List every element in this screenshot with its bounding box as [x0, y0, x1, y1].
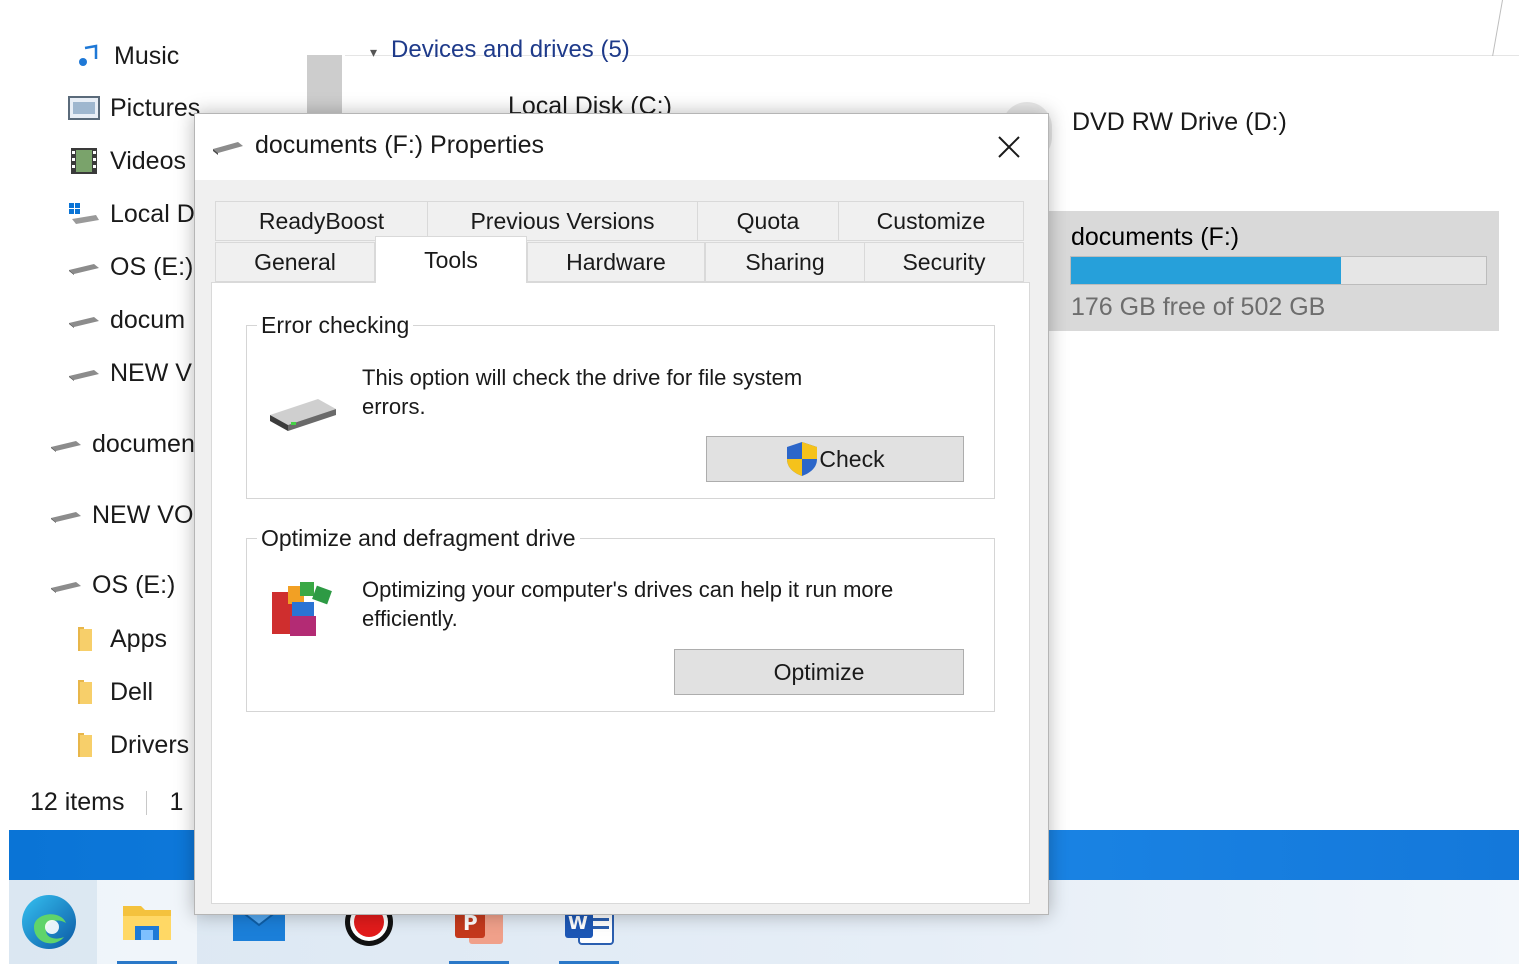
group-title: Error checking [261, 312, 410, 338]
nav-item-label: docum [110, 305, 186, 334]
svg-text:W: W [568, 913, 588, 934]
drive-dvd-d[interactable]: DVD RW Drive (D:) [1072, 108, 1287, 137]
nav-item-label: Music [114, 41, 180, 70]
pictures-icon [68, 94, 100, 122]
drive-capacity-bar [1070, 256, 1487, 285]
optimize-description: Optimizing your computer's drives can he… [362, 575, 893, 633]
button-label: Check [819, 445, 885, 472]
nav-item-label: Apps [110, 624, 167, 653]
music-icon [72, 42, 104, 70]
nav-item-label: NEW V [110, 358, 192, 387]
drive-icon [50, 430, 82, 458]
nav-item-label: Drivers [110, 730, 190, 759]
nav-item-label: NEW VO [92, 500, 194, 529]
group-title: Optimize and defragment drive [261, 525, 576, 551]
tab-sharing[interactable]: Sharing [705, 242, 865, 282]
drive-icon [50, 501, 82, 529]
status-separator [146, 791, 148, 816]
tab-quota[interactable]: Quota [697, 201, 839, 241]
drive-properties-dialog: documents (F:) Properties ReadyBoost Pre… [194, 113, 1049, 915]
description-line: Optimizing your computer's drives can he… [362, 577, 894, 602]
nav-item-videos[interactable]: Videos [68, 141, 186, 181]
error-checking-description: This option will check the drive for fil… [362, 363, 802, 421]
nav-item-os-e-root[interactable]: OS (E:) [50, 565, 175, 605]
dialog-titlebar[interactable]: documents (F:) Properties [195, 114, 1048, 180]
description-line: This option will check the drive for fil… [362, 365, 803, 390]
nav-item-label: Videos [110, 146, 186, 175]
hard-drive-icon [268, 391, 338, 436]
tools-tab-panel: Error checking This option will check th… [211, 282, 1030, 904]
nav-item-dell[interactable]: Dell [68, 672, 153, 712]
local-disk-icon [68, 200, 100, 228]
drive-name: documents (F:) [1071, 223, 1240, 251]
dialog-title: documents (F:) Properties [255, 131, 544, 159]
chevron-down-icon: ▾ [370, 44, 378, 60]
nav-item-label: Local D [110, 199, 195, 228]
nav-item-pictures[interactable]: Pictures [68, 88, 200, 128]
close-button[interactable] [985, 124, 1033, 170]
nav-item-label: documen [92, 429, 195, 458]
drive-icon [68, 359, 100, 387]
nav-item-label: OS (E:) [92, 570, 176, 599]
drive-icon [211, 134, 245, 161]
drive-free-space: 176 GB free of 502 GB [1071, 293, 1326, 321]
drive-icon [50, 571, 82, 599]
drive-icon [68, 253, 100, 281]
nav-item-label: OS (E:) [110, 252, 194, 281]
window-edge [1492, 0, 1503, 56]
nav-item-label: Dell [110, 677, 154, 706]
folder-icon [68, 678, 100, 706]
drive-documents-f-selected[interactable]: documents (F:) 176 GB free of 502 GB [1048, 211, 1499, 331]
folder-icon [68, 625, 100, 653]
devices-section-header[interactable]: ▾ Devices and drives (5) [370, 36, 630, 64]
tab-readyboost[interactable]: ReadyBoost [215, 201, 428, 241]
file-explorer-icon[interactable] [97, 880, 197, 964]
nav-item-drivers[interactable]: Drivers [68, 725, 189, 765]
nav-scrollbar-thumb[interactable] [307, 55, 342, 115]
videos-icon [68, 147, 100, 175]
check-button[interactable]: Check [706, 436, 964, 482]
optimize-button[interactable]: Optimize [674, 649, 964, 695]
nav-item-documents-root[interactable]: documen [50, 424, 195, 464]
selected-count: 1 [169, 788, 184, 816]
uac-shield-icon [787, 442, 818, 476]
nav-item-label: Pictures [110, 93, 201, 122]
nav-item-apps[interactable]: Apps [68, 619, 167, 659]
close-icon [998, 136, 1020, 158]
item-count: 12 items [30, 788, 125, 816]
tab-previous-versions[interactable]: Previous Versions [427, 201, 698, 241]
folder-icon [68, 731, 100, 759]
nav-item-new-volume[interactable]: NEW V [68, 353, 192, 393]
tab-hardware[interactable]: Hardware [527, 242, 705, 282]
nav-item-new-volume-root[interactable]: NEW VO [50, 495, 193, 535]
tab-general[interactable]: General [215, 242, 375, 282]
tab-tools[interactable]: Tools [375, 236, 527, 283]
description-line: efficiently. [362, 606, 458, 631]
edge-icon[interactable] [9, 880, 89, 964]
tab-customize[interactable]: Customize [838, 201, 1024, 241]
nav-item-documents[interactable]: docum [68, 300, 185, 340]
nav-item-os-e[interactable]: OS (E:) [68, 247, 193, 287]
defragment-icon [268, 578, 336, 647]
description-line: errors. [362, 394, 426, 419]
drive-capacity-fill [1071, 257, 1341, 284]
drive-icon [68, 306, 100, 334]
nav-item-local-disk[interactable]: Local D [68, 194, 195, 234]
tab-security[interactable]: Security [864, 242, 1024, 282]
nav-item-music[interactable]: Music [72, 36, 179, 76]
status-bar: 12 items 1 [30, 788, 183, 817]
